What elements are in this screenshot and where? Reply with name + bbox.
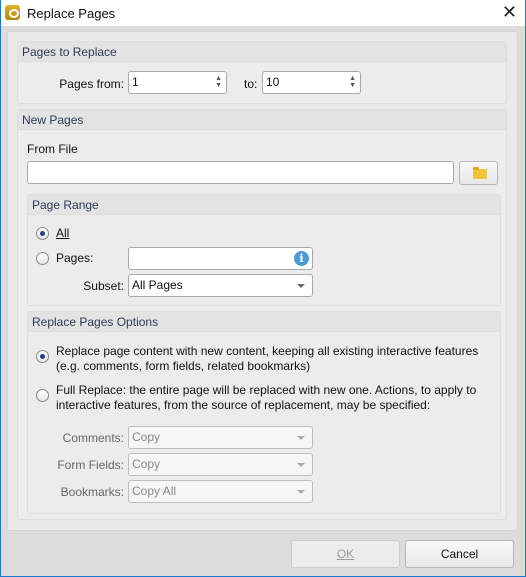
pages-from-label: Pages from: [59,77,124,91]
comments-select[interactable]: Copy [128,426,313,449]
app-icon [5,5,20,20]
file-path-input[interactable] [27,161,454,184]
subset-value: All Pages [132,278,183,292]
pages-from-input[interactable]: 1 ▲ ▼ [128,71,227,94]
title-bar: Replace Pages ✕ [1,0,525,26]
pages-to-value: 10 [266,75,280,89]
chevron-down-icon [297,490,305,494]
subset-select[interactable]: All Pages [128,274,313,297]
info-icon[interactable]: i [294,251,309,266]
comments-label: Comments: [62,431,124,445]
option-text-line: interactive features, from the source of… [56,398,431,412]
replace-content-label[interactable]: Replace page content with new content, k… [56,344,478,374]
spinner-icon[interactable]: ▲ ▼ [349,75,356,89]
dialog-title: Replace Pages [27,6,116,21]
group-header: Pages to Replace [18,42,506,62]
bookmarks-label: Bookmarks: [60,485,124,499]
ok-label: OK [336,547,355,561]
comments-value: Copy [132,430,161,444]
close-button[interactable]: ✕ [502,2,517,23]
bookmarks-select[interactable]: Copy All [128,480,313,503]
form-fields-select[interactable]: Copy [128,453,313,476]
group-header: Replace Pages Options [28,312,500,332]
chevron-down-icon [297,463,305,467]
cancel-label: Cancel [440,547,479,561]
all-radio[interactable] [36,227,49,240]
all-label[interactable]: All [56,226,69,240]
pages-radio[interactable] [36,252,49,265]
group-header: New Pages [18,110,506,130]
subset-label: Subset: [83,279,124,293]
pages-range-input[interactable]: i [128,247,313,270]
pages-label[interactable]: Pages: [56,251,93,265]
chevron-down-icon [297,436,305,440]
group-header: Page Range [28,195,500,215]
to-label: to: [244,77,258,91]
pages-from-value: 1 [132,75,139,89]
full-replace-label[interactable]: Full Replace: the entire page will be re… [56,383,476,413]
folder-icon [473,167,487,179]
replace-pages-dialog: Replace Pages ✕ Pages to Replace Pages f… [0,0,526,577]
chevron-down-icon [297,284,305,288]
bookmarks-value: Copy All [132,484,177,498]
replace-content-radio[interactable] [36,350,49,363]
option-text-line: Replace page content with new content, k… [56,344,479,358]
option-text-line: (e.g. comments, form fields, related boo… [56,359,311,373]
option-text-line: Full Replace: the entire page will be re… [56,383,477,397]
cancel-button[interactable]: Cancel [405,540,514,568]
browse-button[interactable] [459,161,498,185]
spinner-icon[interactable]: ▲ ▼ [215,75,222,89]
full-replace-radio[interactable] [36,389,49,402]
form-fields-value: Copy [132,457,161,471]
from-file-label: From File [27,142,78,156]
form-fields-label: Form Fields: [57,458,124,472]
pages-to-input[interactable]: 10 ▲ ▼ [262,71,361,94]
ok-button[interactable]: OK [291,540,400,568]
